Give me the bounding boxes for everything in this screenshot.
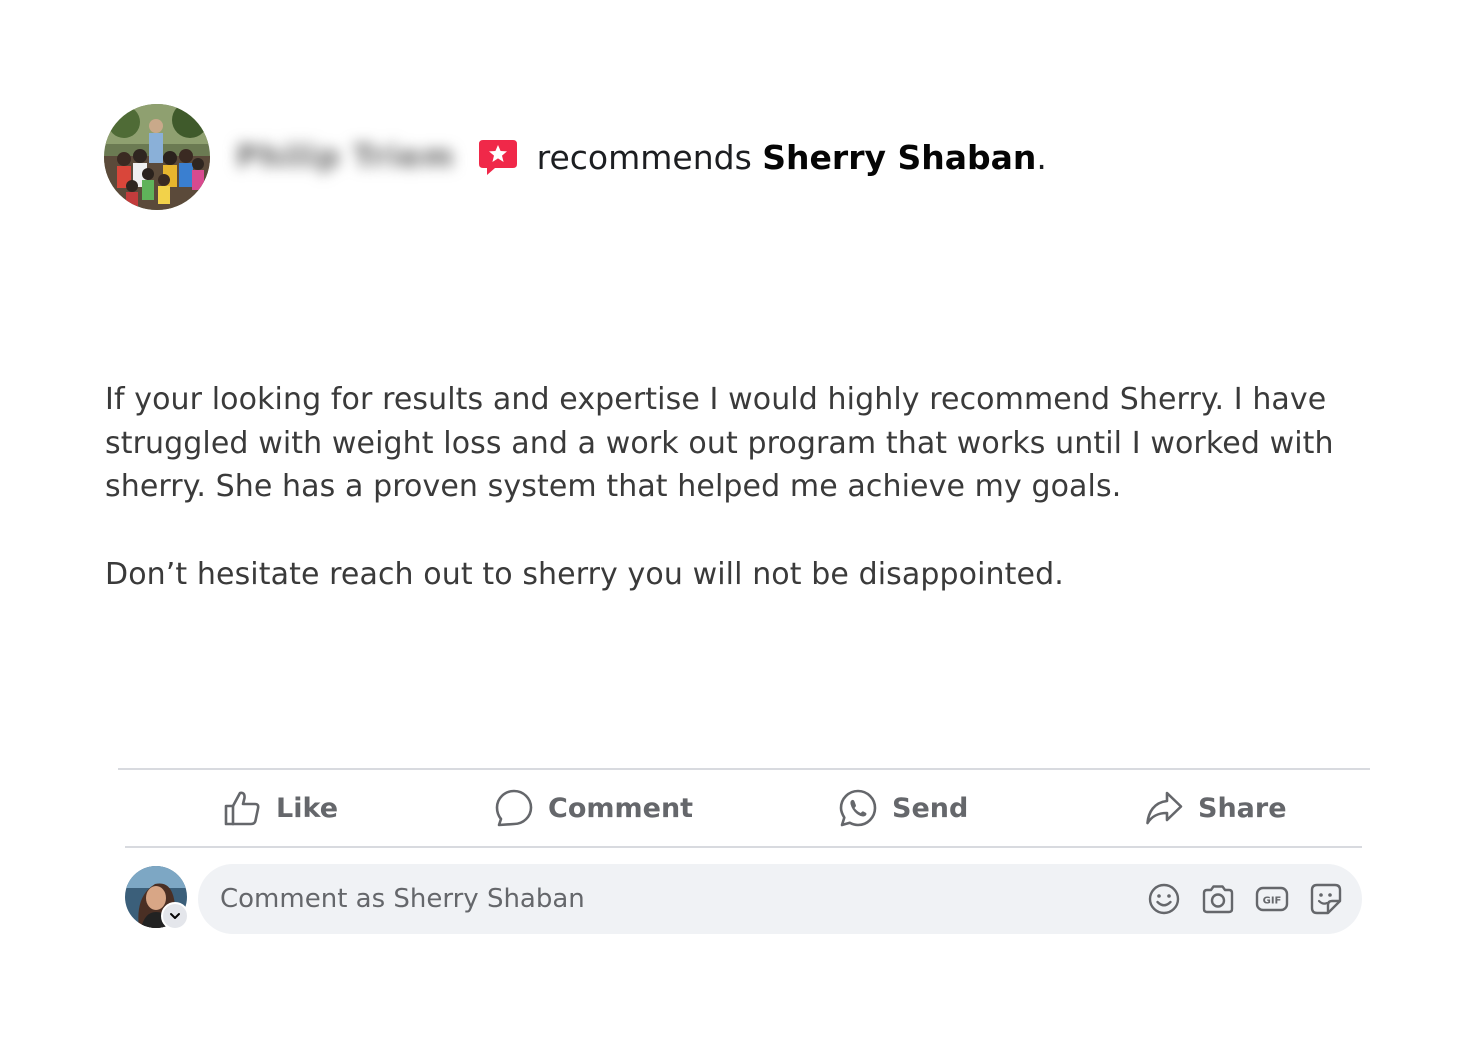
like-label: Like bbox=[276, 792, 339, 824]
svg-text:GIF: GIF bbox=[1263, 896, 1282, 907]
like-button[interactable]: Like bbox=[222, 786, 338, 830]
gif-icon[interactable]: GIF bbox=[1254, 881, 1290, 917]
share-button[interactable]: Share bbox=[1144, 786, 1287, 830]
chevron-down-icon[interactable] bbox=[161, 902, 189, 930]
share-label: Share bbox=[1198, 792, 1287, 824]
recommend-period: . bbox=[1036, 137, 1047, 177]
body-paragraph: If your looking for results and expertis… bbox=[105, 382, 1334, 504]
author-name[interactable]: Philip Triem bbox=[236, 139, 455, 175]
comment-button[interactable]: Comment bbox=[494, 786, 693, 830]
post-header: Philip Triem recommends Sherry Shaban. bbox=[104, 104, 1047, 210]
recommendation-line: recommends Sherry Shaban. bbox=[537, 138, 1047, 177]
emoji-icon[interactable] bbox=[1146, 881, 1182, 917]
comment-composer: GIF bbox=[125, 864, 1365, 934]
author-avatar[interactable] bbox=[104, 104, 210, 210]
composer-tools: GIF bbox=[1128, 879, 1344, 919]
send-label: Send bbox=[892, 792, 969, 824]
actions-divider-top bbox=[118, 768, 1370, 770]
send-button[interactable]: Send bbox=[838, 786, 968, 830]
share-arrow-icon bbox=[1146, 791, 1183, 825]
comment-input[interactable] bbox=[220, 864, 1100, 934]
speech-bubble-icon bbox=[495, 789, 533, 827]
comment-label: Comment bbox=[548, 792, 694, 824]
whatsapp-icon bbox=[839, 789, 877, 827]
thumbs-up-icon bbox=[224, 791, 260, 826]
recommendation-post: Philip Triem recommends Sherry Shaban. I… bbox=[0, 0, 1476, 1044]
camera-icon[interactable] bbox=[1200, 881, 1236, 917]
sticker-icon[interactable] bbox=[1308, 881, 1344, 917]
comment-input-container: GIF bbox=[198, 864, 1362, 934]
post-actions-bar: Like Comment Send Share bbox=[118, 772, 1370, 844]
recommend-star-icon bbox=[477, 136, 519, 178]
actions-divider-bottom bbox=[125, 846, 1362, 848]
recommended-page-link[interactable]: Sherry Shaban bbox=[762, 138, 1036, 177]
recommend-verb: recommends bbox=[536, 137, 752, 177]
post-body: If your looking for results and expertis… bbox=[105, 378, 1345, 596]
body-paragraph: Don’t hesitate reach out to sherry you w… bbox=[105, 556, 1064, 592]
current-user-avatar[interactable] bbox=[125, 866, 189, 930]
